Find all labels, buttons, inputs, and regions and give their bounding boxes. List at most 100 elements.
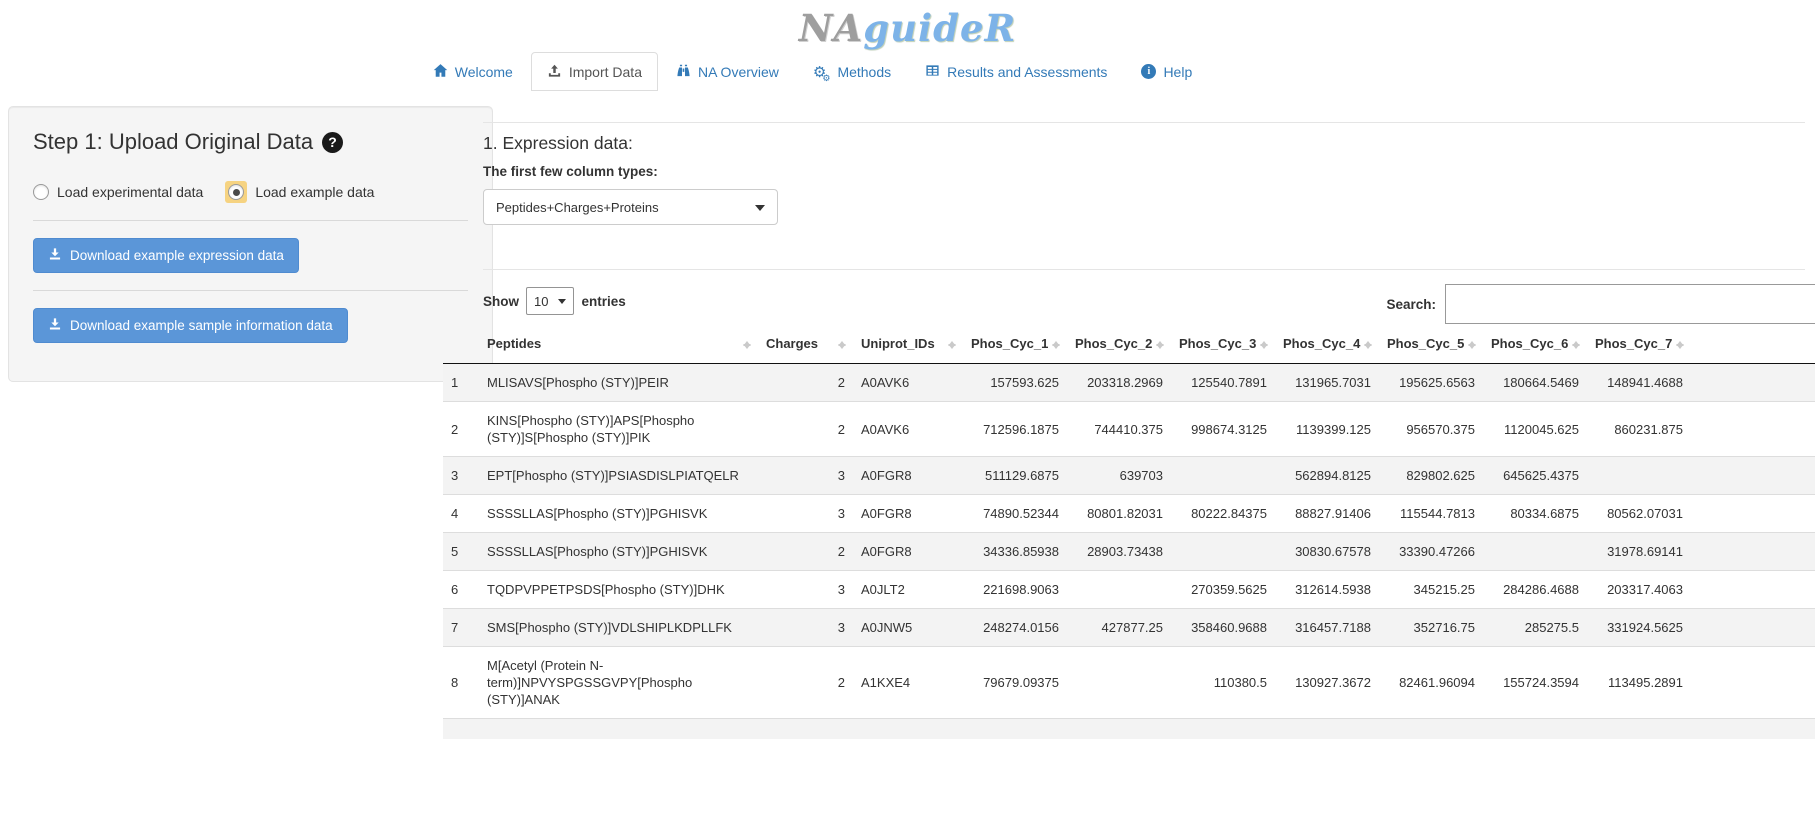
value-cell: 110380.5 <box>1171 647 1275 719</box>
column-header-phos-cyc-1[interactable]: Phos_Cyc_1 <box>963 326 1067 364</box>
peptide-cell: EPT[Phospho (STY)]PSIASDISLPIATQELR <box>479 457 758 495</box>
value-cell <box>1483 533 1587 571</box>
value-cell: 113495.2891 <box>1587 647 1691 719</box>
tab-methods[interactable]: ⚙︎⚙︎ Methods <box>797 52 907 91</box>
radio-selected-icon <box>225 181 247 203</box>
section-title: 1. Expression data: <box>483 133 1815 154</box>
uniprot-cell: A0JLT2 <box>853 571 963 609</box>
column-header-uniprot-ids[interactable]: Uniprot_IDs <box>853 326 963 364</box>
download-icon <box>48 317 62 334</box>
tab-import-data[interactable]: Import Data <box>531 52 658 91</box>
table-body: 1 MLISAVS[Phospho (STY)]PEIR 2 A0AVK6 15… <box>443 364 1815 740</box>
value-cell: 345215.25 <box>1379 571 1483 609</box>
page-length-value: 10 <box>534 294 548 309</box>
value-cell: 195625.6563 <box>1379 364 1483 402</box>
value-cell: 88827.91406 <box>1275 495 1379 533</box>
upload-panel: Step 1: Upload Original Data ? Load expe… <box>8 106 493 382</box>
radio-load-experimental[interactable]: Load experimental data <box>33 184 203 200</box>
column-header-peptides[interactable]: Peptides <box>479 326 758 364</box>
sort-icon <box>1572 337 1581 353</box>
value-cell <box>1067 571 1171 609</box>
value-cell: 956570.375 <box>1379 402 1483 457</box>
value-cell <box>1275 719 1379 740</box>
table-row: 2 KINS[Phospho (STY)]APS[Phospho (STY)]S… <box>443 402 1815 457</box>
divider <box>33 220 468 221</box>
charge-cell: 3 <box>758 571 853 609</box>
page-length-select[interactable]: 10 <box>526 287 574 315</box>
value-cell: 645625.4375 <box>1483 457 1587 495</box>
uniprot-cell <box>853 719 963 740</box>
panel-title-text: Step 1: Upload Original Data <box>33 129 313 155</box>
value-cell <box>963 719 1067 740</box>
value-cell: 285275.5 <box>1483 609 1587 647</box>
value-cell: 829802.625 <box>1379 457 1483 495</box>
column-header-phos-cyc-6[interactable]: Phos_Cyc_6 <box>1483 326 1587 364</box>
tab-results-and-assessments[interactable]: Results and Assessments <box>909 52 1123 91</box>
value-cell: 130927.3672 <box>1275 647 1379 719</box>
value-cell: 270359.5625 <box>1171 571 1275 609</box>
row-index-cell: 8 <box>443 647 479 719</box>
row-index-cell: 3 <box>443 457 479 495</box>
value-cell: 125540.7891 <box>1171 364 1275 402</box>
charge-cell: 3 <box>758 495 853 533</box>
page-length-control: Show 10 entries <box>483 287 626 315</box>
column-types-select[interactable]: Peptides+Charges+Proteins <box>483 189 778 225</box>
column-header-phos-cyc-3[interactable]: Phos_Cyc_3 <box>1171 326 1275 364</box>
download-sample-info-button[interactable]: Download example sample information data <box>33 308 348 343</box>
column-header-phos-cyc-4[interactable]: Phos_Cyc_4 <box>1275 326 1379 364</box>
value-cell: 80801.82031 <box>1067 495 1171 533</box>
filler-cell <box>1691 647 1815 719</box>
row-index-cell <box>443 719 479 740</box>
question-circle-icon[interactable]: ? <box>322 132 343 153</box>
divider <box>483 269 1805 270</box>
table-row: 1 MLISAVS[Phospho (STY)]PEIR 2 A0AVK6 15… <box>443 364 1815 402</box>
column-header-phos-cyc-7[interactable]: Phos_Cyc_7 <box>1587 326 1691 364</box>
value-cell: 30830.67578 <box>1275 533 1379 571</box>
sort-icon <box>1052 337 1061 353</box>
column-header-filler <box>1691 326 1815 364</box>
column-header-phos-cyc-2[interactable]: Phos_Cyc_2 <box>1067 326 1171 364</box>
home-icon <box>433 63 448 81</box>
uniprot-cell: A0FGR8 <box>853 533 963 571</box>
value-cell: 331924.5625 <box>1587 609 1691 647</box>
button-label: Download example sample information data <box>70 318 333 333</box>
charge-cell: 2 <box>758 402 853 457</box>
tab-label: NA Overview <box>698 64 779 80</box>
download-expression-button[interactable]: Download example expression data <box>33 238 299 273</box>
value-cell: 998674.3125 <box>1171 402 1275 457</box>
tab-na-overview[interactable]: NA Overview <box>660 52 795 91</box>
peptide-cell: SSSSLLAS[Phospho (STY)]PGHISVK <box>479 533 758 571</box>
header: NAguideR Welcome Import Data NA Overview… <box>0 6 1815 91</box>
search-control: Search: <box>1386 284 1815 324</box>
value-cell: 1120045.625 <box>1483 402 1587 457</box>
uniprot-cell: A1KXE4 <box>853 647 963 719</box>
table-row: 7 SMS[Phospho (STY)]VDLSHIPLKDPLLFK 3 A0… <box>443 609 1815 647</box>
filler-cell <box>1691 402 1815 457</box>
sort-icon <box>1260 337 1269 353</box>
filler-cell <box>1691 364 1815 402</box>
nav-tabs: Welcome Import Data NA Overview ⚙︎⚙︎ Met… <box>0 52 1815 91</box>
tab-help[interactable]: i Help <box>1125 52 1208 91</box>
value-cell: 74890.52344 <box>963 495 1067 533</box>
row-index-cell: 1 <box>443 364 479 402</box>
value-cell: 312614.5938 <box>1275 571 1379 609</box>
value-cell <box>1171 719 1275 740</box>
data-source-radio-group: Load experimental data Load example data <box>33 181 468 203</box>
tab-label: Help <box>1163 64 1192 80</box>
uniprot-cell: A0FGR8 <box>853 495 963 533</box>
value-cell <box>1067 647 1171 719</box>
charge-cell: 2 <box>758 647 853 719</box>
radio-load-example[interactable]: Load example data <box>225 181 374 203</box>
tab-welcome[interactable]: Welcome <box>417 52 529 91</box>
uniprot-cell: A0AVK6 <box>853 402 963 457</box>
charge-cell <box>758 719 853 740</box>
column-header-charges[interactable]: Charges <box>758 326 853 364</box>
table-icon <box>925 63 940 81</box>
charge-cell: 2 <box>758 533 853 571</box>
divider <box>483 122 1805 123</box>
tab-label: Welcome <box>455 64 513 80</box>
column-header-phos-cyc-5[interactable]: Phos_Cyc_5 <box>1379 326 1483 364</box>
search-input[interactable] <box>1445 284 1815 324</box>
value-cell: 248274.0156 <box>963 609 1067 647</box>
radio-label: Load experimental data <box>57 184 203 200</box>
